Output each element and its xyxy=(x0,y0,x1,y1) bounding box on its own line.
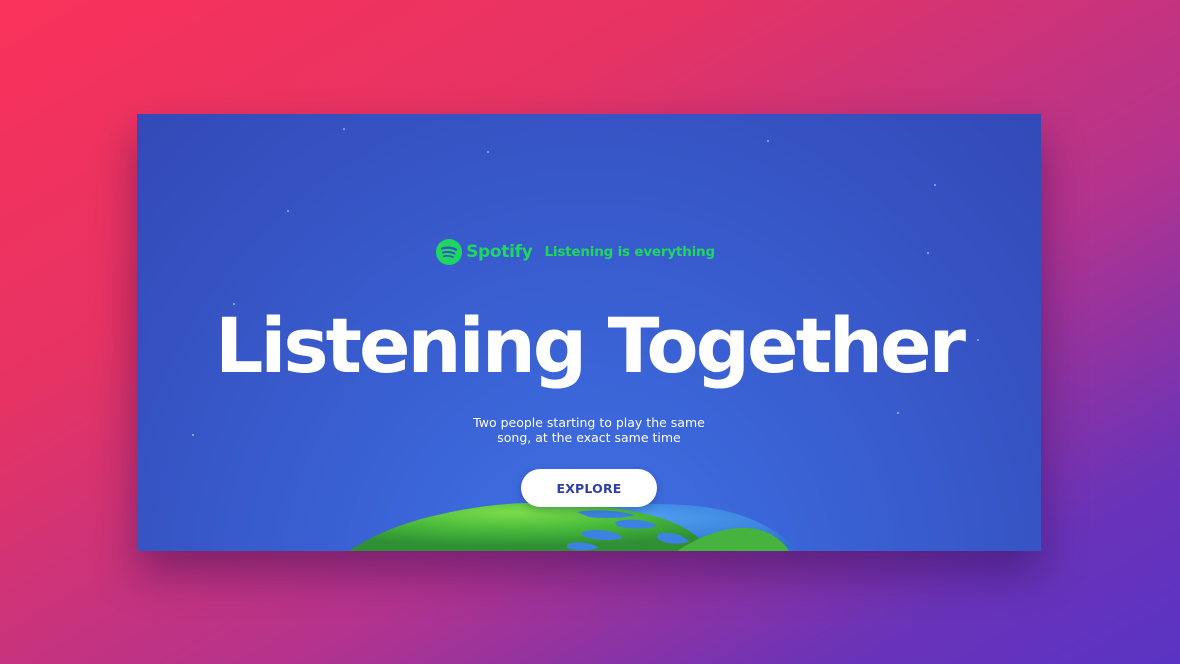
hero-card: Spotify Listening is everything Listenin… xyxy=(137,114,1041,551)
star-decoration xyxy=(897,412,899,414)
hero-subtitle-line: song, at the exact same time xyxy=(497,429,681,445)
star-decoration xyxy=(934,184,936,186)
spotify-logo-icon xyxy=(435,238,463,266)
explore-button[interactable]: EXPLORE xyxy=(521,469,657,507)
page-title: Listening Together xyxy=(214,301,966,390)
star-decoration xyxy=(343,128,345,130)
star-decoration xyxy=(767,140,769,142)
star-decoration xyxy=(287,210,289,212)
spotify-logo[interactable]: Spotify xyxy=(435,238,533,266)
hero-subtitle: Two people starting to play the same son… xyxy=(137,415,1041,445)
brand-name: Spotify xyxy=(466,242,533,262)
brand-row: Spotify Listening is everything xyxy=(137,238,1027,266)
hero-subtitle-line: Two people starting to play the same xyxy=(473,415,705,430)
star-decoration xyxy=(487,151,489,153)
brand-tagline: Listening is everything xyxy=(544,244,716,260)
